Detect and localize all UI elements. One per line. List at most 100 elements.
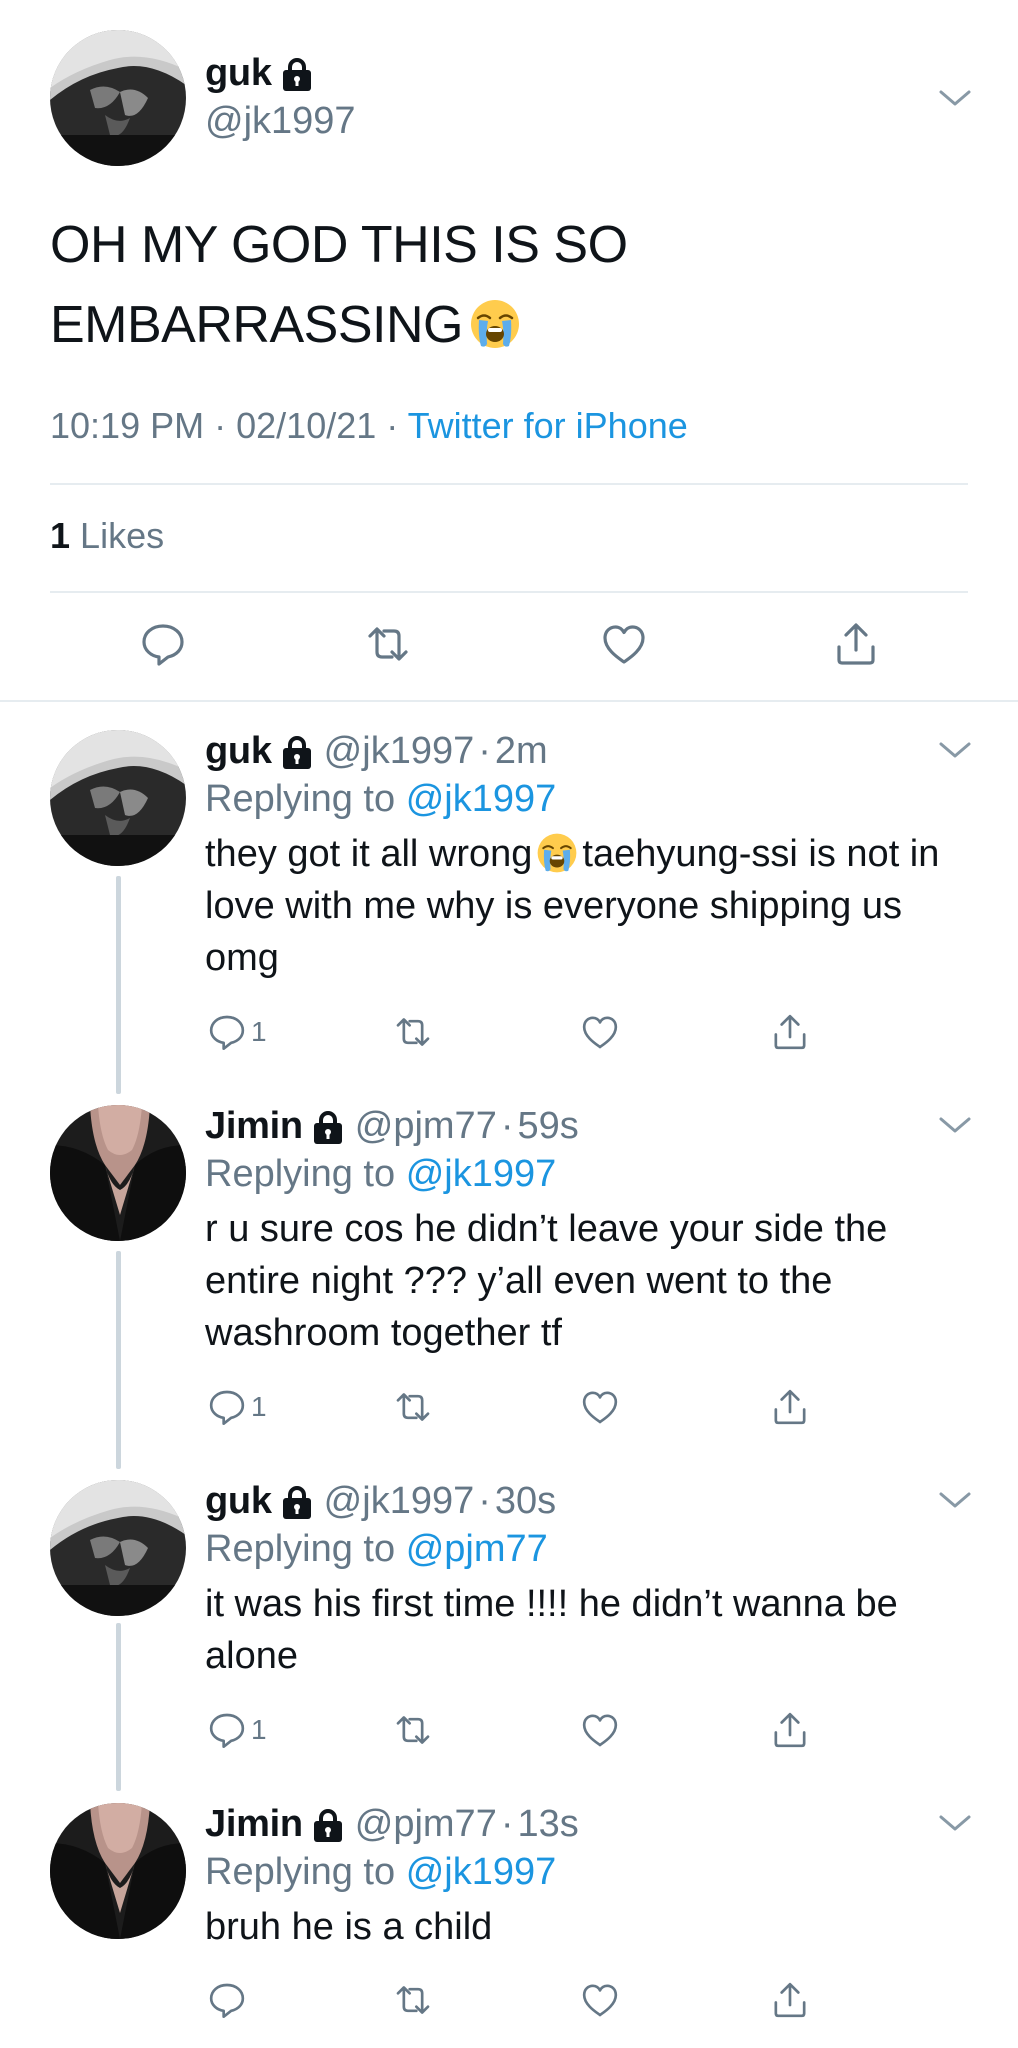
avatar-image bbox=[50, 730, 186, 866]
reply-text: bruh he is a child bbox=[205, 1906, 493, 1948]
avatar-image bbox=[50, 1480, 186, 1616]
reply-header: guk @jk1997 · 30s bbox=[205, 1480, 556, 1523]
replying-to-handle[interactable]: @jk1997 bbox=[406, 1153, 557, 1195]
heart-icon bbox=[600, 620, 648, 668]
retweet-icon bbox=[393, 1710, 433, 1750]
main-tweet: guk @jk1997 OH MY GOD THIS IS SO EMBARRA… bbox=[0, 0, 1018, 702]
author-display-name[interactable]: guk bbox=[205, 730, 272, 773]
lock-icon bbox=[313, 1110, 343, 1144]
like-button[interactable] bbox=[580, 1980, 620, 2020]
chevron-down-icon[interactable] bbox=[938, 1115, 972, 1135]
share-icon bbox=[770, 1710, 810, 1750]
reply-icon bbox=[139, 620, 187, 668]
share-icon bbox=[770, 1387, 810, 1427]
share-button[interactable] bbox=[770, 1710, 810, 1750]
replying-to: Replying to @jk1997 bbox=[205, 1851, 556, 1894]
author-display-name[interactable]: guk bbox=[205, 1480, 272, 1523]
separator-dot: · bbox=[500, 1105, 514, 1147]
author-handle[interactable]: @jk1997 bbox=[324, 1480, 475, 1523]
author-display-name[interactable]: guk bbox=[205, 52, 272, 95]
share-button[interactable] bbox=[832, 620, 880, 668]
tweet-date: 02/10/21 bbox=[236, 405, 377, 446]
tweet-text-content: OH MY GOD THIS IS SO EMBARRASSING bbox=[50, 216, 628, 354]
retweet-button[interactable] bbox=[393, 1387, 433, 1427]
lock-icon bbox=[282, 1485, 312, 1519]
retweet-button[interactable] bbox=[364, 620, 412, 668]
author-handle[interactable]: @jk1997 bbox=[205, 100, 356, 143]
retweet-icon bbox=[393, 1387, 433, 1427]
author-display-name[interactable]: Jimin bbox=[205, 1105, 303, 1148]
tweet-time: 10:19 PM bbox=[50, 405, 205, 446]
lock-icon bbox=[282, 735, 312, 769]
reply-header: Jimin @pjm77 · 59s bbox=[205, 1105, 579, 1148]
loudly-crying-face-emoji bbox=[536, 832, 578, 874]
share-icon bbox=[832, 620, 880, 668]
tweet-source-link[interactable]: Twitter for iPhone bbox=[408, 405, 688, 446]
replying-to-label: Replying to bbox=[205, 1528, 396, 1570]
separator-dot: · bbox=[478, 730, 491, 772]
reply-button[interactable] bbox=[139, 620, 187, 668]
reply-button[interactable]: 1 bbox=[207, 1012, 267, 1052]
like-button[interactable] bbox=[580, 1387, 620, 1427]
share-icon bbox=[770, 1012, 810, 1052]
heart-icon bbox=[580, 1710, 620, 1750]
reply-icon bbox=[207, 1012, 247, 1052]
like-button[interactable] bbox=[580, 1710, 620, 1750]
reply-button[interactable]: 1 bbox=[207, 1387, 267, 1427]
share-button[interactable] bbox=[770, 1980, 810, 2020]
reply-age: 59s bbox=[517, 1105, 579, 1147]
author-handle[interactable]: @pjm77 bbox=[355, 1803, 497, 1846]
reply-text-part: they got it all wrong bbox=[205, 833, 533, 875]
like-button[interactable] bbox=[580, 1012, 620, 1052]
share-icon bbox=[770, 1980, 810, 2020]
reply-tweet[interactable]: guk @jk1997 · 30s Replying to @pjm77 it … bbox=[0, 1480, 1018, 1780]
chevron-down-icon[interactable] bbox=[938, 1813, 972, 1833]
chevron-down-icon[interactable] bbox=[938, 740, 972, 760]
retweet-button[interactable] bbox=[393, 1012, 433, 1052]
avatar[interactable] bbox=[50, 30, 186, 166]
like-button[interactable] bbox=[600, 620, 648, 668]
author-handle[interactable]: @pjm77 bbox=[355, 1105, 497, 1148]
replying-to-handle[interactable]: @pjm77 bbox=[406, 1528, 548, 1570]
tweet-meta: 10:19 PM · 02/10/21 · Twitter for iPhone bbox=[50, 405, 688, 447]
reply-tweet[interactable]: guk @jk1997 · 2m Replying to @jk1997 the… bbox=[0, 730, 1018, 1070]
heart-icon bbox=[580, 1980, 620, 2020]
avatar[interactable] bbox=[50, 1480, 186, 1616]
share-button[interactable] bbox=[770, 1387, 810, 1427]
author-handle[interactable]: @jk1997 bbox=[324, 730, 475, 773]
share-button[interactable] bbox=[770, 1012, 810, 1052]
retweet-icon bbox=[393, 1980, 433, 2020]
replying-to: Replying to @pjm77 bbox=[205, 1528, 548, 1571]
reply-age: 2m bbox=[494, 730, 548, 772]
divider bbox=[50, 591, 968, 593]
reply-icon bbox=[207, 1710, 247, 1750]
reply-age: 13s bbox=[517, 1803, 579, 1845]
loudly-crying-face-emoji bbox=[469, 298, 521, 350]
reply-count: 1 bbox=[251, 1016, 267, 1047]
reply-tweet[interactable]: Jimin @pjm77 · 59s Replying to @jk1997 r… bbox=[0, 1105, 1018, 1445]
avatar[interactable] bbox=[50, 1803, 186, 1939]
author-display-name[interactable]: Jimin bbox=[205, 1803, 303, 1846]
avatar[interactable] bbox=[50, 730, 186, 866]
reply-count: 1 bbox=[251, 1714, 267, 1745]
avatar-image bbox=[50, 1105, 186, 1241]
tweet-text: OH MY GOD THIS IS SO EMBARRASSING bbox=[50, 205, 950, 365]
separator-dot: · bbox=[214, 405, 227, 446]
reply-button[interactable]: 1 bbox=[207, 1710, 267, 1750]
retweet-button[interactable] bbox=[393, 1710, 433, 1750]
reply-button[interactable] bbox=[207, 1980, 247, 2020]
replying-to-handle[interactable]: @jk1997 bbox=[406, 778, 557, 820]
replying-to-handle[interactable]: @jk1997 bbox=[406, 1851, 557, 1893]
likes-stat[interactable]: 1 Likes bbox=[50, 515, 164, 557]
chevron-down-icon[interactable] bbox=[938, 88, 972, 108]
chevron-down-icon[interactable] bbox=[938, 1490, 972, 1510]
avatar[interactable] bbox=[50, 1105, 186, 1241]
replying-to-label: Replying to bbox=[205, 778, 396, 820]
reply-tweet[interactable]: Jimin @pjm77 · 13s Replying to @jk1997 b… bbox=[0, 1803, 1018, 2043]
reply-age: 30s bbox=[494, 1480, 557, 1522]
reply-icon bbox=[207, 1387, 247, 1427]
separator-dot: · bbox=[386, 405, 399, 446]
retweet-button[interactable] bbox=[393, 1980, 433, 2020]
replying-to: Replying to @jk1997 bbox=[205, 1153, 556, 1196]
retweet-icon bbox=[364, 620, 412, 668]
